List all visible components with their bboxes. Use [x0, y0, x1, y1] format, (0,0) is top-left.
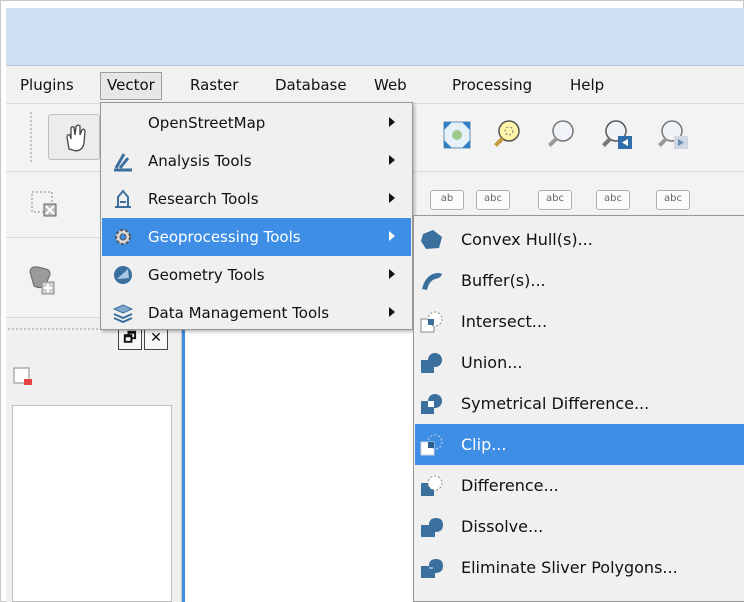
submenu-arrow-icon — [389, 117, 395, 127]
zoom-to-layer-icon[interactable] — [544, 118, 578, 152]
menu-raster[interactable]: Raster — [184, 72, 244, 98]
menu-item-label: Intersect... — [461, 312, 548, 331]
menu-item-label: Research Tools — [148, 190, 259, 208]
zoom-to-selection-icon[interactable] — [490, 118, 524, 152]
menu-item-label: Clip... — [461, 435, 507, 454]
submenu-arrow-icon — [389, 155, 395, 165]
union-icon — [421, 353, 442, 373]
menu-item-label: Symetrical Difference... — [461, 394, 650, 413]
menu-item-label: Convex Hull(s)... — [461, 230, 593, 249]
submenu-arrow-icon — [389, 307, 395, 317]
geometry-icon — [114, 266, 132, 284]
zoom-full-icon[interactable] — [440, 118, 474, 152]
submenu-arrow-icon — [389, 269, 395, 279]
label-tool-1[interactable]: ab — [430, 190, 464, 210]
menu-item-union[interactable]: Union... — [415, 342, 744, 383]
menu-item-clip[interactable]: Clip... — [415, 424, 744, 465]
menu-item-label: Data Management Tools — [148, 304, 330, 322]
menu-item-intersect[interactable]: Intersect... — [415, 301, 744, 342]
menu-processing[interactable]: Processing — [446, 72, 538, 98]
menu-web[interactable]: Web — [368, 72, 413, 98]
clip-icon — [420, 434, 443, 456]
zoom-next-icon[interactable] — [656, 118, 690, 152]
label-tool-3[interactable]: abc — [538, 190, 572, 210]
research-icon — [115, 189, 131, 208]
layers-list[interactable] — [12, 405, 172, 602]
menu-item-label: Difference... — [461, 476, 559, 495]
eliminate-icon — [421, 559, 443, 578]
toolbar-grip[interactable] — [30, 112, 36, 162]
menu-item-analysis-tools[interactable]: Analysis Tools — [102, 142, 411, 180]
label-tool-4[interactable]: abc — [596, 190, 630, 210]
menu-item-label: Union... — [461, 353, 523, 372]
difference-icon — [421, 475, 443, 496]
zoom-last-icon[interactable] — [600, 118, 634, 152]
convex-hull-icon — [421, 230, 442, 249]
vector-menu: OpenStreetMap Analysis Tools Research To… — [100, 102, 413, 330]
menu-item-label: Geometry Tools — [148, 266, 265, 284]
title-bar — [6, 8, 744, 66]
buffer-icon — [422, 273, 442, 290]
hand-pan-icon — [66, 124, 86, 152]
gear-icon — [115, 229, 131, 245]
dissolve-icon — [421, 518, 443, 537]
menu-item-convex-hull[interactable]: Convex Hull(s)... — [415, 219, 744, 260]
add-layer-icon[interactable] — [24, 262, 58, 296]
label-tool-5[interactable]: abc — [656, 190, 690, 210]
analysis-icon — [114, 153, 132, 172]
menu-item-label: Dissolve... — [461, 517, 544, 536]
menu-item-eliminate-sliver-polygons[interactable]: Eliminate Sliver Polygons... — [415, 547, 744, 588]
menu-item-label: Analysis Tools — [148, 152, 252, 170]
menu-bar: Plugins Vector Raster Database Web Proce… — [6, 66, 744, 104]
menu-item-data-management-tools[interactable]: Data Management Tools — [102, 294, 411, 332]
pan-tool-button[interactable] — [48, 114, 100, 160]
new-layer-icon[interactable] — [12, 366, 34, 388]
menu-database[interactable]: Database — [269, 72, 353, 98]
label-tool-2[interactable]: abc — [476, 190, 510, 210]
symmetrical-difference-icon — [421, 394, 442, 414]
submenu-arrow-icon — [389, 193, 395, 203]
menu-vector[interactable]: Vector — [100, 72, 162, 100]
menu-item-symetrical-difference[interactable]: Symetrical Difference... — [415, 383, 744, 424]
deselect-icon[interactable] — [28, 188, 62, 222]
layers-icon — [112, 304, 134, 324]
menu-plugins[interactable]: Plugins — [14, 72, 80, 98]
menu-item-openstreetmap[interactable]: OpenStreetMap — [102, 104, 411, 142]
menu-item-geometry-tools[interactable]: Geometry Tools — [102, 256, 411, 294]
menu-item-research-tools[interactable]: Research Tools — [102, 180, 411, 218]
menu-item-geoprocessing-tools[interactable]: Geoprocessing Tools — [102, 218, 411, 256]
geoprocessing-submenu: Convex Hull(s)... Buffer(s)... Intersect… — [413, 215, 744, 602]
menu-item-dissolve[interactable]: Dissolve... — [415, 506, 744, 547]
intersect-icon — [420, 311, 443, 333]
menu-item-label: Eliminate Sliver Polygons... — [461, 558, 678, 577]
menu-help[interactable]: Help — [564, 72, 610, 98]
menu-item-label: Buffer(s)... — [461, 271, 546, 290]
menu-item-difference[interactable]: Difference... — [415, 465, 744, 506]
menu-item-buffer[interactable]: Buffer(s)... — [415, 260, 744, 301]
submenu-arrow-icon — [389, 231, 395, 241]
menu-item-label: OpenStreetMap — [148, 114, 266, 132]
menu-item-label: Geoprocessing Tools — [148, 228, 301, 246]
